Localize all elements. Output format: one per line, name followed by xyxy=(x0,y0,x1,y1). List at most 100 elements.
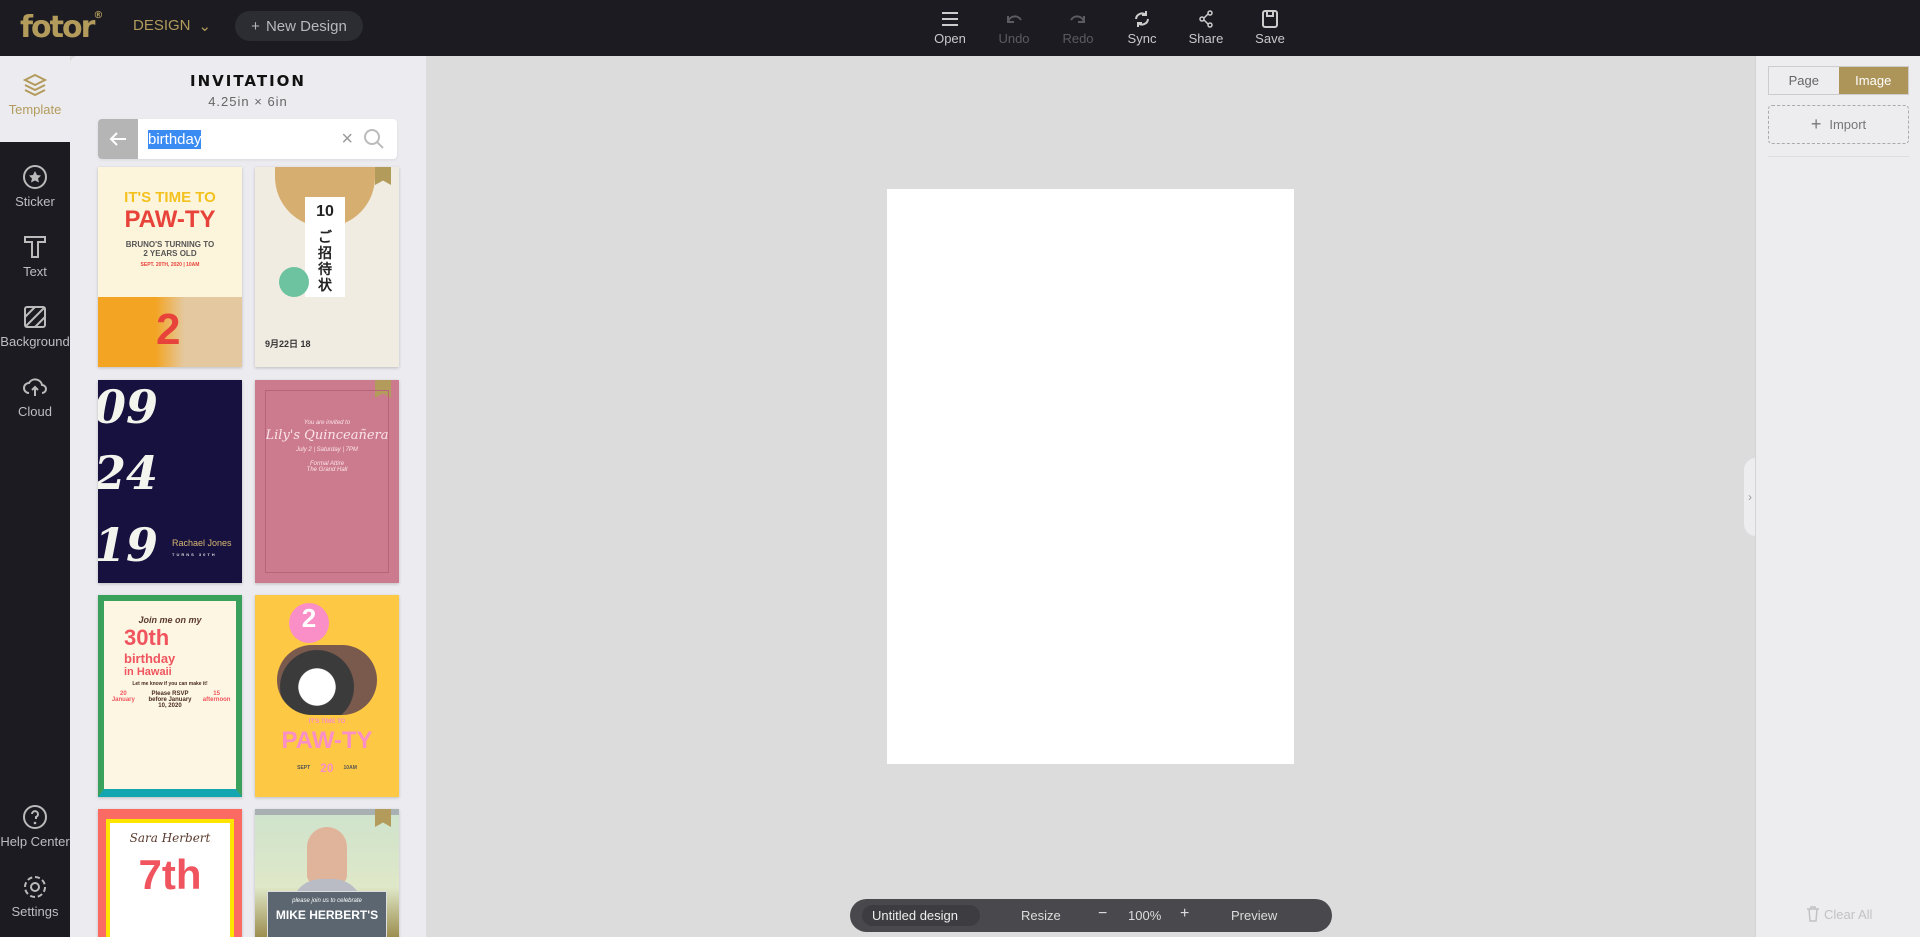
rail-label: Help Center xyxy=(0,834,70,849)
divider xyxy=(1768,156,1909,157)
template-text: birthday xyxy=(124,651,176,666)
open-button[interactable]: Open xyxy=(920,10,980,46)
template-card[interactable]: You are invited to Lily's Quinceañera Ju… xyxy=(255,380,399,583)
logo-reg: ® xyxy=(93,10,104,21)
clear-all-button[interactable]: Clear All xyxy=(1806,906,1872,922)
sync-label: Sync xyxy=(1127,31,1157,46)
new-design-label: New Design xyxy=(265,17,347,35)
logo-text: fotor xyxy=(20,10,95,45)
arrow-left-icon xyxy=(109,132,126,146)
template-card[interactable]: 2 IT'S TIME TO PAW-TY SEPT 20 10AM xyxy=(255,595,399,797)
rail-label: Cloud xyxy=(18,404,52,419)
template-text: please join us to celebrate xyxy=(292,898,362,904)
template-text: SEPT xyxy=(297,765,311,771)
redo-button[interactable]: Redo xyxy=(1048,10,1108,46)
zoom-out-button[interactable]: − xyxy=(1098,905,1107,923)
design-canvas[interactable] xyxy=(887,189,1294,764)
template-text: PAW-TY xyxy=(281,727,373,754)
design-name-input[interactable]: Untitled design xyxy=(862,905,980,926)
template-text: 19 xyxy=(98,518,159,572)
search-icon[interactable] xyxy=(363,128,385,150)
rail-label: Background xyxy=(0,334,70,349)
template-card[interactable]: 10 ご招待状 9月22日 18 xyxy=(255,167,399,367)
help-icon xyxy=(23,805,47,829)
design-label: DESIGN xyxy=(133,17,191,34)
template-text: SEPT. 20TH, 2020 | 10AM xyxy=(140,262,200,268)
clear-search-icon[interactable]: × xyxy=(341,128,353,151)
plus-icon: + xyxy=(1810,114,1822,134)
rail-item-help-center[interactable]: Help Center xyxy=(0,792,70,862)
text-icon xyxy=(24,236,46,258)
template-card[interactable]: Join me on my 30th birthday in Hawaii Le… xyxy=(98,595,242,797)
chevron-down-icon: ⌄ xyxy=(198,18,212,35)
search-bar: birthday × xyxy=(98,119,397,159)
zoom-level: 100% xyxy=(1128,908,1162,923)
new-design-button[interactable]: + New Design xyxy=(235,11,363,41)
sync-button[interactable]: Sync xyxy=(1112,10,1172,46)
template-panel: INVITATION 4.25in × 6in birthday × IT'S … xyxy=(70,56,426,937)
template-text: in Hawaii xyxy=(124,666,172,678)
template-text: 2 xyxy=(289,603,329,643)
plus-icon: + xyxy=(251,17,260,35)
fotor-logo[interactable]: fotor® xyxy=(20,10,103,45)
template-card[interactable]: please join us to celebrate MIKE HERBERT… xyxy=(255,809,399,937)
search-value: birthday xyxy=(148,129,202,149)
premium-badge-icon xyxy=(375,167,391,185)
template-text: Let me know if you can make it! xyxy=(132,681,208,687)
background-icon xyxy=(24,306,46,328)
undo-icon xyxy=(1007,15,1022,23)
bottom-toolbar: Untitled design Resize − 100% + Preview xyxy=(850,899,1332,932)
rail-item-background[interactable]: Background xyxy=(0,292,70,362)
rail-item-settings[interactable]: Settings xyxy=(0,862,70,932)
preview-button[interactable]: Preview xyxy=(1231,908,1277,923)
panel-tabs: Page Image xyxy=(1768,66,1909,95)
template-text: 10AM xyxy=(343,765,357,771)
rail-item-text[interactable]: Text xyxy=(0,222,70,292)
share-label: Share xyxy=(1188,31,1224,46)
menu-icon xyxy=(942,12,958,26)
top-bar: fotor® DESIGN ⌄ + New Design Open Undo Red… xyxy=(0,0,1920,56)
template-text: Sara Herbert xyxy=(129,831,211,845)
template-text: 7th xyxy=(138,851,202,898)
save-icon xyxy=(1262,10,1278,28)
panel-title: INVITATION xyxy=(190,72,306,90)
sync-icon xyxy=(1135,11,1149,27)
undo-button[interactable]: Undo xyxy=(984,10,1044,46)
tab-page[interactable]: Page xyxy=(1769,67,1839,94)
rail-label: Template xyxy=(8,102,62,117)
import-button[interactable]: + Import xyxy=(1768,105,1909,144)
template-text: 20 January xyxy=(111,691,135,703)
rail-item-sticker[interactable]: Sticker xyxy=(0,152,70,222)
template-card[interactable]: 09 24 19 Rachael Jones TURNS 30TH xyxy=(98,380,242,583)
template-text: 2 YEARS OLD xyxy=(143,249,197,258)
star-circle-icon xyxy=(23,165,47,189)
template-text: 24 xyxy=(98,446,159,500)
save-button[interactable]: Save xyxy=(1240,10,1300,46)
redo-label: Redo xyxy=(1062,31,1094,46)
template-text: MIKE HERBERT'S xyxy=(275,908,379,922)
rail-item-template[interactable]: Template xyxy=(0,56,70,142)
cloud-upload-icon xyxy=(23,378,47,396)
open-label: Open xyxy=(934,31,966,46)
template-card[interactable]: Sara Herbert 7th xyxy=(98,809,242,937)
template-text: Please RSVP before January 10, 2020 xyxy=(148,691,192,709)
back-button[interactable] xyxy=(98,119,138,159)
template-text: 10 xyxy=(316,203,334,220)
template-text: BRUNO'S TURNING TO xyxy=(125,240,215,249)
resize-button[interactable]: Resize xyxy=(1021,908,1061,923)
right-panel: Page Image + Import Clear All xyxy=(1755,56,1920,937)
save-label: Save xyxy=(1255,31,1285,46)
panel-size: 4.25in × 6in xyxy=(208,94,288,109)
template-text: 30th xyxy=(124,625,170,650)
rail-label: Text xyxy=(23,264,47,279)
rail-item-cloud[interactable]: Cloud xyxy=(0,362,70,432)
share-button[interactable]: Share xyxy=(1176,10,1236,46)
search-input[interactable]: birthday xyxy=(138,129,341,149)
design-menu[interactable]: DESIGN ⌄ xyxy=(133,17,211,35)
layers-icon xyxy=(22,73,48,97)
tab-image[interactable]: Image xyxy=(1838,67,1908,94)
template-card[interactable]: IT'S TIME TO PAW-TY BRUNO'S TURNING TO 2… xyxy=(98,167,242,367)
share-icon xyxy=(1199,10,1213,28)
zoom-in-button[interactable]: + xyxy=(1180,905,1189,923)
rail-label: Settings xyxy=(11,904,59,919)
